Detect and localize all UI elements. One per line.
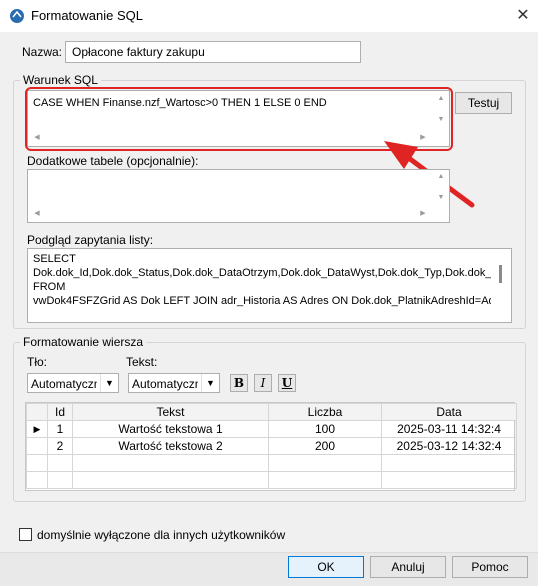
chevron-down-icon[interactable]: ▼ xyxy=(100,374,118,392)
grid-header-text[interactable]: Tekst xyxy=(72,403,269,421)
preview-box[interactable]: SELECT Dok.dok_Id,Dok.dok_Status,Dok.dok… xyxy=(27,248,512,323)
background-color-value: Automatyczny xyxy=(31,377,97,391)
text-color-select[interactable]: Automatyczny ▼ xyxy=(128,373,220,393)
table-row[interactable]: 2 Wartość tekstowa 2 200 2025-03-12 14:3… xyxy=(26,437,517,455)
underline-button[interactable]: U xyxy=(278,374,296,392)
preview-grid-table: Id Tekst Liczba Data ▶ 1 Wartość tekstow… xyxy=(26,403,517,489)
window-title: Formatowanie SQL xyxy=(31,8,143,23)
name-value: Opłacone faktury zakupu xyxy=(72,45,205,59)
ok-button[interactable]: OK xyxy=(288,556,364,578)
grid-header-number[interactable]: Liczba xyxy=(268,403,382,421)
bold-button[interactable]: B xyxy=(230,374,248,392)
preview-line: FROM xyxy=(33,281,66,293)
preview-label: Podgląd zapytania listy: xyxy=(27,233,154,247)
extra-tables-input[interactable]: ▲ ▼ ◀ ▶ xyxy=(27,169,450,223)
preview-line: SELECT xyxy=(33,253,76,265)
scroll-right-icon[interactable]: ▶ xyxy=(418,209,428,217)
grid-cell-number: 200 xyxy=(268,437,382,455)
preview-line: vwDok4FSFZGrid AS Dok LEFT JOIN adr_Hist… xyxy=(33,295,491,307)
name-label: Nazwa: xyxy=(22,45,63,59)
scrollbar-thumb[interactable] xyxy=(499,265,502,283)
grid-cell-number: 100 xyxy=(268,420,382,438)
preview-grid[interactable]: Id Tekst Liczba Data ▶ 1 Wartość tekstow… xyxy=(25,402,517,491)
text-color-value: Automatyczny xyxy=(132,377,198,391)
test-button[interactable]: Testuj xyxy=(455,92,512,114)
table-row-empty xyxy=(26,471,517,489)
grid-cell-text: Wartość tekstowa 1 xyxy=(72,420,269,438)
grid-header-date[interactable]: Data xyxy=(381,403,517,421)
grid-cell-id: 2 xyxy=(47,437,73,455)
cancel-button[interactable]: Anuluj xyxy=(370,556,446,578)
extra-tables-label: Dodatkowe tabele (opcjonalnie): xyxy=(27,154,199,168)
grid-header-id[interactable]: Id xyxy=(47,403,73,421)
scroll-up-icon[interactable]: ▲ xyxy=(436,173,446,180)
grid-cell-text: Wartość tekstowa 2 xyxy=(72,437,269,455)
background-color-select[interactable]: Automatyczny ▼ xyxy=(27,373,119,393)
default-off-checkbox[interactable] xyxy=(19,528,32,541)
background-label: Tło: xyxy=(27,355,48,369)
grid-cell-date: 2025-03-12 14:32:4 xyxy=(381,437,517,455)
scroll-left-icon[interactable]: ◀ xyxy=(32,209,42,217)
help-button[interactable]: Pomoc xyxy=(452,556,528,578)
row-format-group-title: Formatowanie wiersza xyxy=(20,335,147,349)
text-color-label: Tekst: xyxy=(126,355,158,369)
row-pointer-icon: ▶ xyxy=(26,420,48,438)
chevron-down-icon[interactable]: ▼ xyxy=(201,374,219,392)
preview-line: Dok.dok_Id,Dok.dok_Status,Dok.dok_DataOt… xyxy=(33,267,491,279)
close-icon[interactable]: ✕ xyxy=(510,3,536,29)
grid-cell-id: 1 xyxy=(47,420,73,438)
italic-button[interactable]: I xyxy=(254,374,272,392)
sql-condition-group-title: Warunek SQL xyxy=(20,73,101,87)
grid-header-row: Id Tekst Liczba Data xyxy=(26,403,517,421)
name-input[interactable]: Opłacone faktury zakupu xyxy=(65,41,361,63)
row-indicator xyxy=(26,437,48,455)
grid-cell-date: 2025-03-11 14:32:4 xyxy=(381,420,517,438)
grid-header-indicator xyxy=(26,403,48,421)
default-off-label: domyślnie wyłączone dla innych użytkowni… xyxy=(37,528,286,542)
table-row-empty xyxy=(26,454,517,472)
app-icon xyxy=(10,9,24,23)
scroll-down-icon[interactable]: ▼ xyxy=(436,194,446,201)
table-row[interactable]: ▶ 1 Wartość tekstowa 1 100 2025-03-11 14… xyxy=(26,420,517,438)
